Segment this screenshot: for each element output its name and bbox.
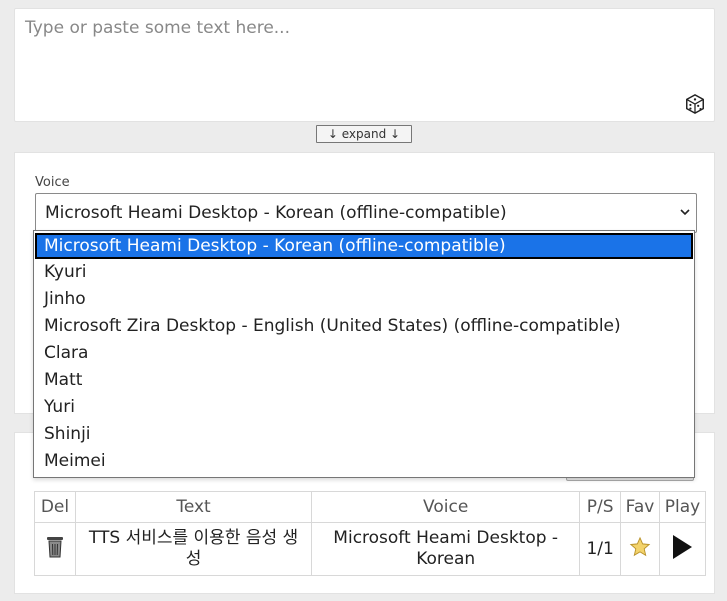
delete-cell	[34, 522, 76, 576]
voice-select[interactable]: Microsoft Heami Desktop - Korean (offlin…	[35, 193, 697, 233]
table-row: TTS 서비스를 이용한 음성 생성 Microsoft Heami Deskt…	[34, 522, 707, 576]
header-text: Text	[74, 491, 313, 523]
header-voice: Voice	[311, 491, 581, 523]
voice-option[interactable]: Microsoft Heami Desktop - Korean (offlin…	[35, 233, 693, 259]
header-play: Play	[658, 491, 707, 523]
voice-dropdown-list: Microsoft Heami Desktop - Korean (offlin…	[33, 230, 695, 478]
trash-icon[interactable]	[45, 535, 65, 559]
chevron-down-icon	[680, 209, 690, 216]
history-ps-cell: 1/1	[579, 522, 622, 576]
text-input-card	[14, 8, 715, 122]
voice-option[interactable]: Meimei	[34, 448, 694, 475]
voice-select-value: Microsoft Heami Desktop - Korean (offlin…	[45, 203, 507, 223]
voice-option[interactable]: Shinji	[34, 421, 694, 448]
history-text-cell: TTS 서비스를 이용한 음성 생성	[74, 522, 313, 576]
play-cell	[658, 522, 707, 576]
star-icon[interactable]	[629, 536, 651, 558]
header-fav: Fav	[620, 491, 660, 523]
voice-label: Voice	[35, 175, 70, 190]
header-del: Del	[34, 491, 76, 523]
text-input[interactable]	[15, 9, 714, 121]
history-table: Del Text Voice P/S Fav Play TTS 서비스를 이용한…	[34, 491, 707, 576]
expand-button[interactable]: ↓ expand ↓	[316, 125, 412, 143]
voice-option[interactable]: Matt	[34, 367, 694, 394]
voice-option[interactable]: Kyuri	[34, 259, 694, 286]
favorite-cell	[620, 522, 660, 576]
play-icon[interactable]	[671, 534, 693, 560]
voice-option[interactable]: Yuri	[34, 394, 694, 421]
history-voice-cell: Microsoft Heami Desktop - Korean	[311, 522, 581, 576]
voice-option[interactable]: Clara	[34, 340, 694, 367]
header-ps: P/S	[579, 491, 622, 523]
voice-option[interactable]: Jinho	[34, 286, 694, 313]
voice-option[interactable]: Microsoft Zira Desktop - English (United…	[34, 313, 694, 340]
dice-icon[interactable]	[684, 93, 706, 115]
history-header-row: Del Text Voice P/S Fav Play	[34, 491, 707, 523]
